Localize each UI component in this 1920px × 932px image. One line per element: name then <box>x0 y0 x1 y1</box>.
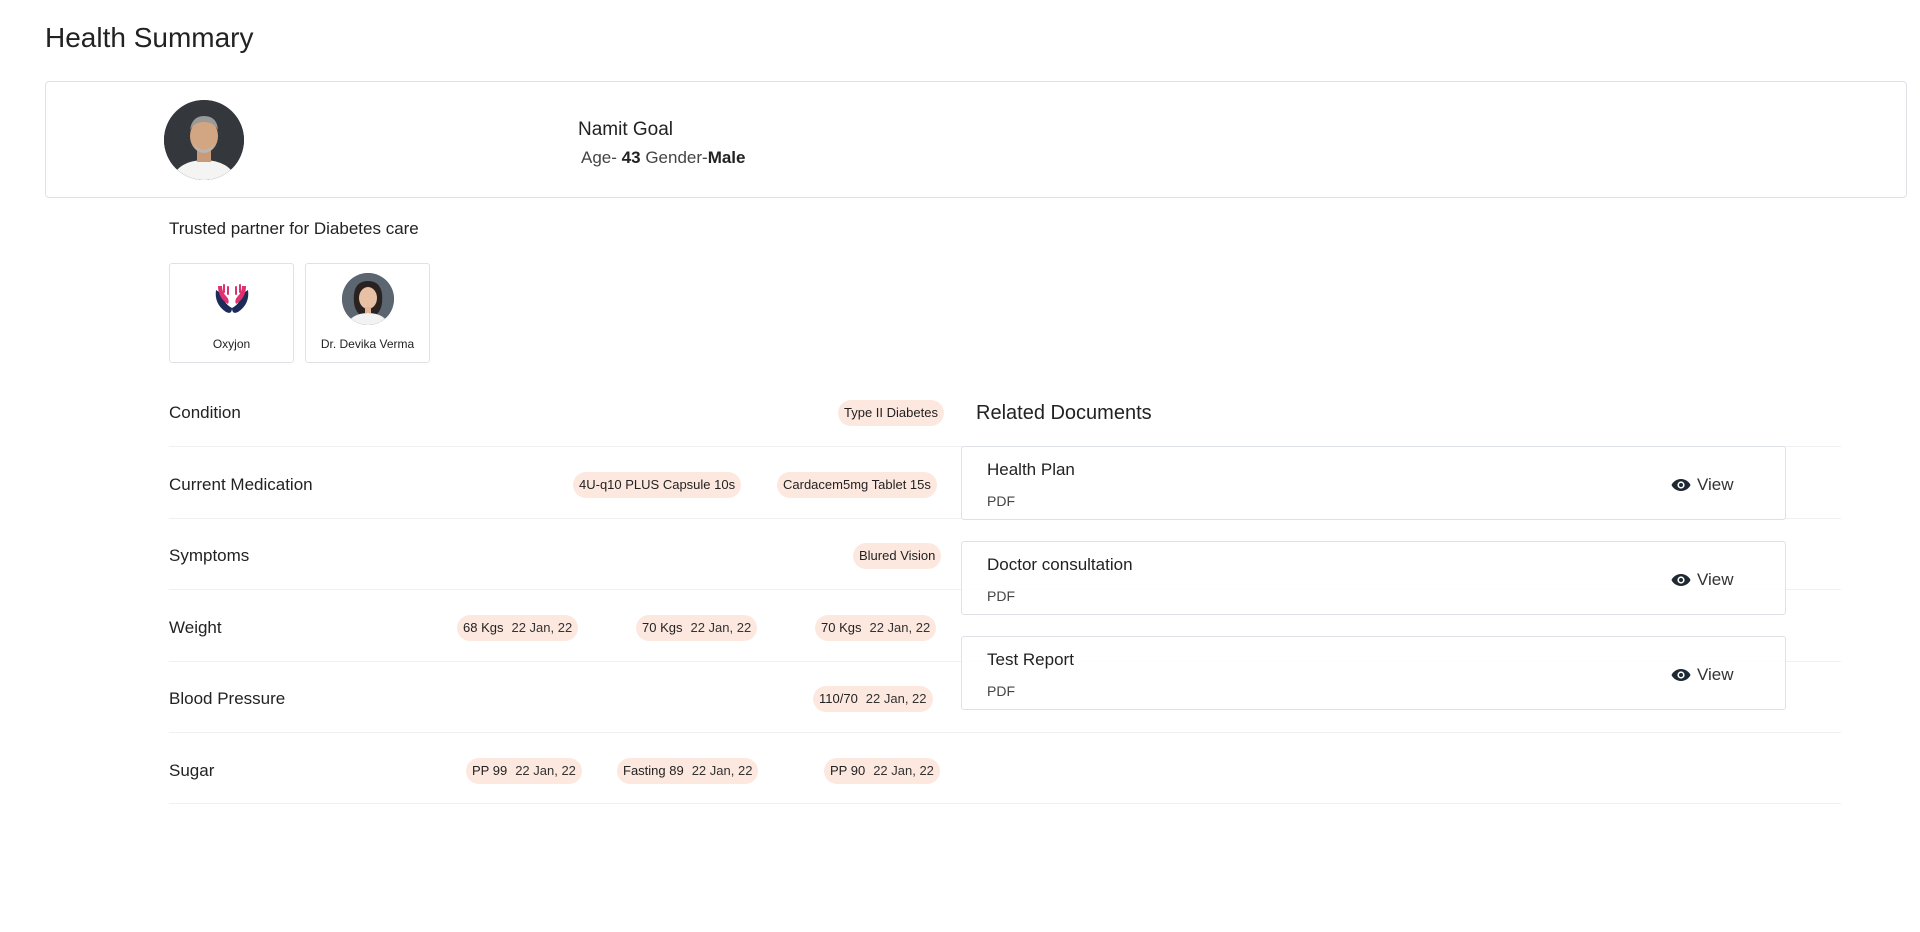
age-label: Age- <box>581 148 617 167</box>
patient-avatar <box>164 100 244 180</box>
weight-label: Weight <box>169 618 222 637</box>
blood-pressure-label: Blood Pressure <box>169 689 286 708</box>
view-button[interactable]: View <box>1671 475 1734 495</box>
row-divider <box>169 732 1841 733</box>
sugar-date: 22 Jan, 22 <box>691 763 753 778</box>
weight-value: 70 Kgs <box>642 620 683 635</box>
document-type: PDF <box>987 588 1015 604</box>
partner-name: Dr. Devika Verma <box>320 337 415 351</box>
oxyjon-logo-icon <box>215 284 249 313</box>
view-label: View <box>1697 665 1734 684</box>
document-name: Health Plan <box>987 460 1075 479</box>
document-name: Doctor consultation <box>987 555 1133 574</box>
weight-value: 70 Kgs <box>821 620 862 635</box>
partner-name: Oxyjon <box>212 337 251 351</box>
bp-value: 110/70 <box>819 691 858 706</box>
related-documents-title: Related Documents <box>976 402 1152 424</box>
view-button[interactable]: View <box>1671 665 1734 685</box>
sugar-label: Sugar <box>169 761 215 780</box>
eye-icon <box>1671 669 1691 681</box>
medication-label: Current Medication <box>169 475 313 494</box>
weight-chip: 68 Kgs 22 Jan, 22 <box>457 615 579 641</box>
eye-icon <box>1671 479 1691 491</box>
sugar-date: 22 Jan, 22 <box>873 763 934 778</box>
document-card-doctor-consultation: Doctor consultation PDF View <box>961 541 1786 615</box>
gender-label: Gender- <box>645 148 708 167</box>
medication-chip: 4U-q10 PLUS Capsule 10s <box>573 472 742 498</box>
weight-date: 22 Jan, 22 <box>511 620 573 635</box>
patient-name: Namit Goal <box>578 119 674 140</box>
sugar-chip: PP 90 22 Jan, 22 <box>824 758 940 784</box>
weight-date: 22 Jan, 22 <box>869 620 931 635</box>
view-button[interactable]: View <box>1671 570 1734 590</box>
view-label: View <box>1697 475 1734 494</box>
doctor-avatar <box>342 273 394 325</box>
age-value: 43 <box>621 148 641 167</box>
patient-photo-icon <box>164 100 244 180</box>
sugar-value: PP 99 <box>472 763 508 778</box>
weight-chip: 70 Kgs 22 Jan, 22 <box>815 615 937 641</box>
view-label: View <box>1697 570 1734 589</box>
bp-date: 22 Jan, 22 <box>865 691 927 706</box>
document-type: PDF <box>987 683 1015 699</box>
document-card-test-report: Test Report PDF View <box>961 636 1786 710</box>
blood-pressure-chip: 110/70 22 Jan, 22 <box>813 686 933 712</box>
partner-card-oxyjon[interactable]: Oxyjon <box>169 263 294 363</box>
partners-title: Trusted partner for Diabetes care <box>169 219 419 238</box>
document-type: PDF <box>987 493 1015 509</box>
sugar-date: 22 Jan, 22 <box>515 763 576 778</box>
page-title: Health Summary <box>45 22 254 53</box>
sugar-value: Fasting 89 <box>623 763 684 778</box>
document-name: Test Report <box>987 650 1074 669</box>
sugar-chip: PP 99 22 Jan, 22 <box>466 758 582 784</box>
medication-chip: Cardacem5mg Tablet 15s <box>777 472 937 498</box>
document-card-health-plan: Health Plan PDF View <box>961 446 1786 520</box>
weight-value: 68 Kgs <box>463 620 504 635</box>
sugar-chip: Fasting 89 22 Jan, 22 <box>617 758 759 784</box>
patient-profile-card <box>45 81 1907 198</box>
weight-chip: 70 Kgs 22 Jan, 22 <box>636 615 758 641</box>
weight-date: 22 Jan, 22 <box>690 620 752 635</box>
gender-value: Male <box>707 148 746 167</box>
condition-label: Condition <box>169 403 241 422</box>
sugar-value: PP 90 <box>830 763 866 778</box>
partner-card-doctor[interactable]: Dr. Devika Verma <box>305 263 430 363</box>
condition-chip: Type II Diabetes <box>838 400 944 426</box>
symptom-chip: Blured Vision <box>853 543 942 569</box>
doctor-photo-icon <box>342 273 394 325</box>
symptoms-label: Symptoms <box>169 546 250 565</box>
row-divider <box>169 803 1841 804</box>
patient-meta: Age- 43 Gender-Male <box>581 148 745 168</box>
eye-icon <box>1671 574 1691 586</box>
